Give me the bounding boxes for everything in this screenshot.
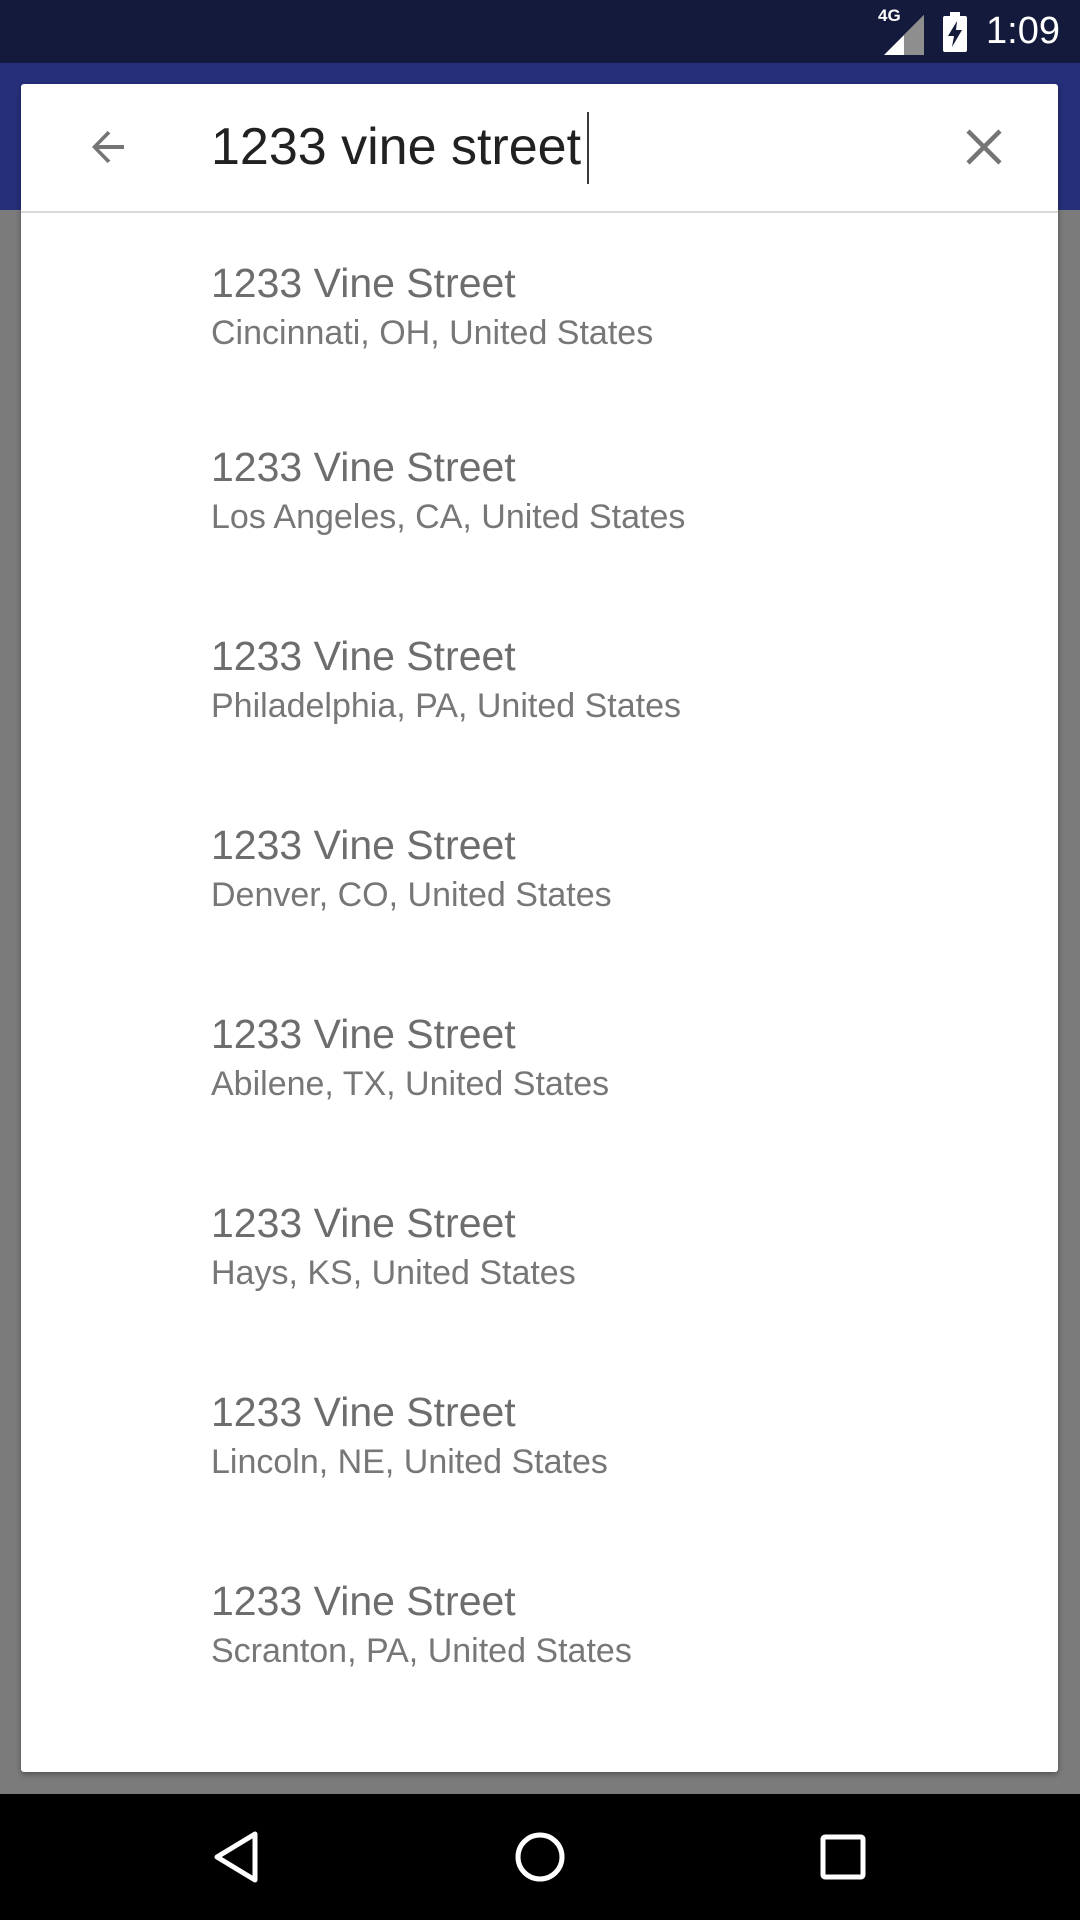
- search-bar: [21, 84, 1058, 213]
- result-title: 1233 Vine Street: [211, 1578, 516, 1624]
- result-subtitle: Denver, CO, United States: [211, 876, 612, 914]
- result-subtitle: Scranton, PA, United States: [211, 1632, 632, 1670]
- nav-recents-button[interactable]: [808, 1822, 878, 1892]
- result-item[interactable]: 1233 Vine Street Cincinnati, OH, United …: [21, 213, 1058, 402]
- nav-back-button[interactable]: [201, 1822, 271, 1892]
- result-item[interactable]: 1233 Vine Street Abilene, TX, United Sta…: [21, 969, 1058, 1158]
- clear-search-button[interactable]: [949, 112, 1019, 182]
- result-subtitle: Lincoln, NE, United States: [211, 1443, 608, 1481]
- navigation-bar: [0, 1794, 1080, 1920]
- result-subtitle: Abilene, TX, United States: [211, 1065, 610, 1103]
- home-circle-icon: [515, 1832, 565, 1882]
- search-results-list: 1233 Vine Street Cincinnati, OH, United …: [21, 213, 1058, 1725]
- search-card: 1233 Vine Street Cincinnati, OH, United …: [21, 84, 1058, 1772]
- nav-home-button[interactable]: [505, 1822, 575, 1892]
- recents-square-icon: [820, 1834, 866, 1880]
- status-icons: 4G 1:09: [878, 0, 1060, 63]
- back-button[interactable]: [73, 112, 143, 182]
- result-title: 1233 Vine Street: [211, 1389, 516, 1435]
- result-item[interactable]: 1233 Vine Street Hays, KS, United States: [21, 1158, 1058, 1347]
- result-title: 1233 Vine Street: [211, 822, 516, 868]
- result-title: 1233 Vine Street: [211, 444, 516, 490]
- result-item[interactable]: 1233 Vine Street Lincoln, NE, United Sta…: [21, 1347, 1058, 1536]
- result-item[interactable]: 1233 Vine Street Denver, CO, United Stat…: [21, 780, 1058, 969]
- result-title: 1233 Vine Street: [211, 1200, 516, 1246]
- result-subtitle: Philadelphia, PA, United States: [211, 687, 681, 725]
- result-title: 1233 Vine Street: [211, 1011, 516, 1057]
- status-bar: 4G 1:09: [0, 0, 1080, 63]
- result-title: 1233 Vine Street: [211, 260, 516, 306]
- result-item[interactable]: 1233 Vine Street Philadelphia, PA, Unite…: [21, 591, 1058, 780]
- result-item[interactable]: 1233 Vine Street Los Angeles, CA, United…: [21, 402, 1058, 591]
- result-subtitle: Cincinnati, OH, United States: [211, 314, 654, 352]
- screen: 4G 1:09 1233 vine street 1233 Vine Stree…: [0, 0, 1080, 1920]
- text-cursor: [587, 112, 589, 184]
- signal-icon: 4G: [878, 7, 928, 57]
- battery-charging-icon: [942, 11, 968, 52]
- result-title: 1233 Vine Street: [211, 633, 516, 679]
- close-icon: [966, 129, 1002, 165]
- result-subtitle: Los Angeles, CA, United States: [211, 498, 686, 536]
- arrow-back-icon: [92, 131, 124, 163]
- result-item[interactable]: 1233 Vine Street Scranton, PA, United St…: [21, 1536, 1058, 1725]
- clock: 1:09: [986, 10, 1060, 52]
- search-input[interactable]: [211, 104, 911, 190]
- back-triangle-icon: [214, 1831, 258, 1883]
- result-subtitle: Hays, KS, United States: [211, 1254, 576, 1292]
